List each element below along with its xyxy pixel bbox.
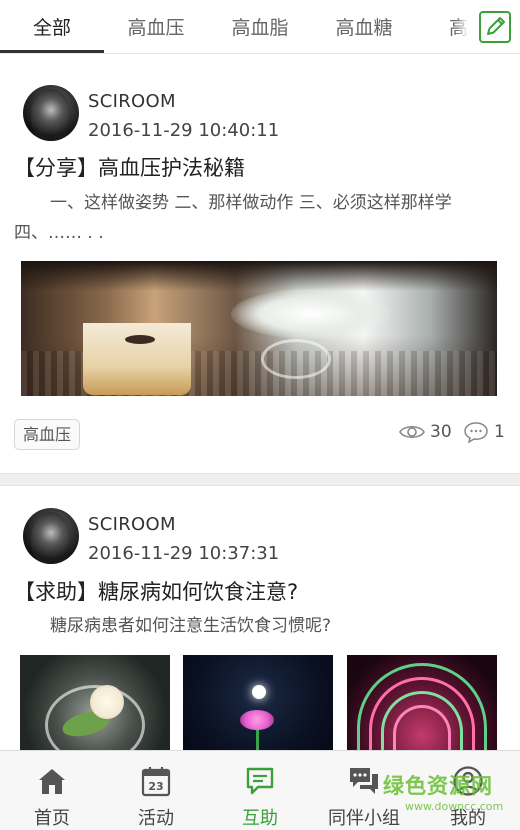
active-tab-indicator [0,50,104,53]
post-username: SCIROOM [88,91,176,112]
post-card[interactable]: SCIROOM 2016-11-29 10:40:11 【分享】高血压护法秘籍 … [0,55,520,473]
post-image[interactable] [183,655,333,755]
watermark-url: www.downcc.com [405,800,504,813]
nav-activities[interactable]: 23 活动 [104,751,208,830]
watermark-text: 绿色资源网 [383,774,493,798]
calendar-icon: 23 [141,767,171,797]
post-title[interactable]: 【求助】糖尿病如何饮食注意? [14,576,298,606]
group-chat-icon [350,768,378,794]
avatar[interactable] [23,508,79,564]
post-excerpt: 一、这样做姿势 二、那样做动作 三、必须这样那样学 四、…… . . [14,193,452,243]
nav-label: 活动 [138,808,174,829]
post-excerpt: 糖尿病患者如何注意生活饮食习惯呢? [50,616,332,636]
post-title[interactable]: 【分享】高血压护法秘籍 [14,152,245,182]
avatar[interactable] [23,85,79,141]
view-count-value: 30 [430,422,452,442]
chat-icon [246,767,274,795]
post-username: SCIROOM [88,514,176,535]
tab-hyperlipidemia[interactable]: 高血脂 [208,0,312,53]
view-count: 30 [399,422,452,442]
eye-icon [399,425,425,439]
comment-count-value: 1 [494,422,505,442]
edit-icon [479,11,511,43]
tab-hyperglycemia[interactable]: 高血糖 [312,0,416,53]
category-tab-bar: 全部 高血压 高血脂 高血糖 高尿 [0,0,520,54]
comment-icon [464,422,488,443]
home-icon [39,769,65,794]
tab-hypertension[interactable]: 高血压 [104,0,208,53]
nav-label: 同伴小组 [328,808,400,829]
svg-text:23: 23 [148,780,163,793]
post-image[interactable] [21,261,497,396]
post-divider [0,473,520,486]
nav-home[interactable]: 首页 [0,751,104,830]
nav-mutual-help[interactable]: 互助 [208,751,312,830]
post-timestamp: 2016-11-29 10:37:31 [88,543,280,564]
post-timestamp: 2016-11-29 10:40:11 [88,120,280,141]
post-image[interactable] [20,655,170,755]
tab-all[interactable]: 全部 [0,0,104,53]
topic-tag[interactable]: 高血压 [14,419,81,450]
comment-count[interactable]: 1 [463,421,505,443]
new-post-button[interactable] [470,0,520,53]
nav-label: 首页 [34,808,70,829]
post-image[interactable] [347,655,497,755]
nav-label: 互助 [242,808,278,829]
